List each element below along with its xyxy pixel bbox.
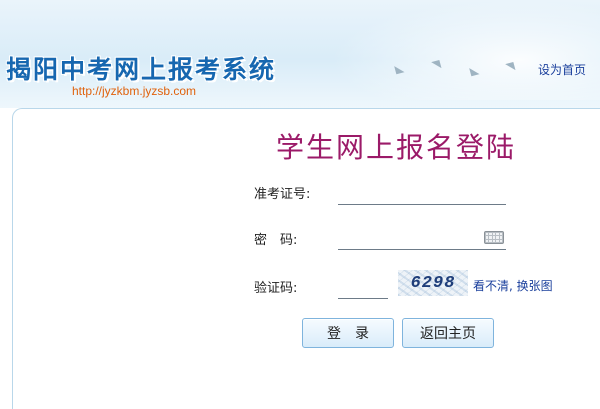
site-url: http://jyzkbm.jyzsb.com (72, 84, 197, 98)
password-input[interactable] (338, 231, 506, 250)
password-label: 密 码: (254, 233, 298, 248)
refresh-captcha-link[interactable]: 看不清, 换张图 (473, 277, 553, 294)
captcha-label: 验证码: (254, 281, 298, 296)
exam-no-label: 准考证号: (254, 187, 311, 202)
keyboard-icon[interactable] (484, 231, 504, 244)
exam-no-input[interactable] (338, 186, 506, 205)
captcha-image[interactable]: 6298 (398, 270, 468, 296)
site-title: 揭阳中考网上报考系统 (6, 55, 277, 84)
login-title: 学生网上报名登陆 (276, 131, 517, 164)
header-sky (330, 0, 600, 100)
set-home-link[interactable]: 设为首页 (538, 61, 586, 78)
back-home-button[interactable]: 返回主页 (402, 318, 494, 348)
login-button[interactable]: 登 录 (302, 318, 394, 348)
header-banner: ◣ ◥ ◣ ◥ 揭阳中考网上报考系统 http://jyzkbm.jyzsb.c… (0, 0, 600, 108)
captcha-input[interactable] (338, 280, 388, 299)
